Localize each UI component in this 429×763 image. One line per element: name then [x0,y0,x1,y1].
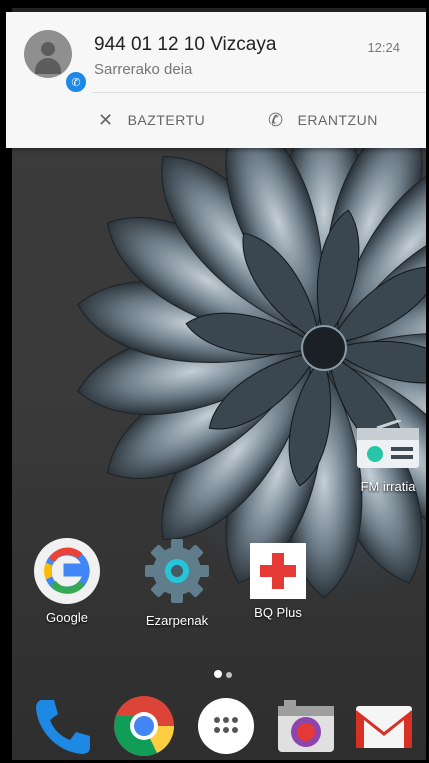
chrome-icon[interactable] [112,694,176,758]
divider [92,92,426,93]
page-dot-active [214,670,222,678]
answer-label: ERANTZUN [297,112,378,128]
page-indicator [212,665,234,683]
app-label-settings: Ezarpenak [145,613,209,628]
page-dot [226,672,232,678]
phone-badge-icon: ✆ [64,70,88,94]
incoming-call-notification[interactable]: ✆ 944 01 12 10 Vizcaya Sarrerako deia 12… [6,12,426,148]
app-fm-radio[interactable]: FM irratia [350,418,426,494]
gear-icon [145,539,209,603]
contact-avatar [24,30,72,78]
gmail-icon[interactable] [352,694,416,758]
caller-name: 944 01 12 10 Vizcaya [94,34,277,55]
app-google[interactable]: Google [27,538,107,625]
app-label-google: Google [46,610,88,625]
notification-time: 12:24 [367,40,400,55]
call-status: Sarrerako deia [94,61,193,78]
google-icon [34,538,100,604]
plus-icon [250,543,306,599]
phone-icon[interactable] [30,694,94,758]
phone-icon: ✆ [268,109,284,130]
app-label-fm: FM irratia [360,479,416,494]
answer-button[interactable]: ✆ ERANTZUN [268,106,378,134]
app-drawer-icon[interactable] [194,694,258,758]
app-bq-plus[interactable]: BQ Plus [240,538,316,620]
camera-icon[interactable] [274,694,338,758]
radio-icon [357,418,419,468]
dismiss-label: BAZTERTU [127,112,206,128]
app-label-bq: BQ Plus [254,605,302,620]
dismiss-button[interactable]: ✕ BAZTERTU [98,106,205,134]
close-icon: ✕ [98,109,114,130]
dock [12,688,426,760]
app-settings[interactable]: Ezarpenak [132,538,222,628]
